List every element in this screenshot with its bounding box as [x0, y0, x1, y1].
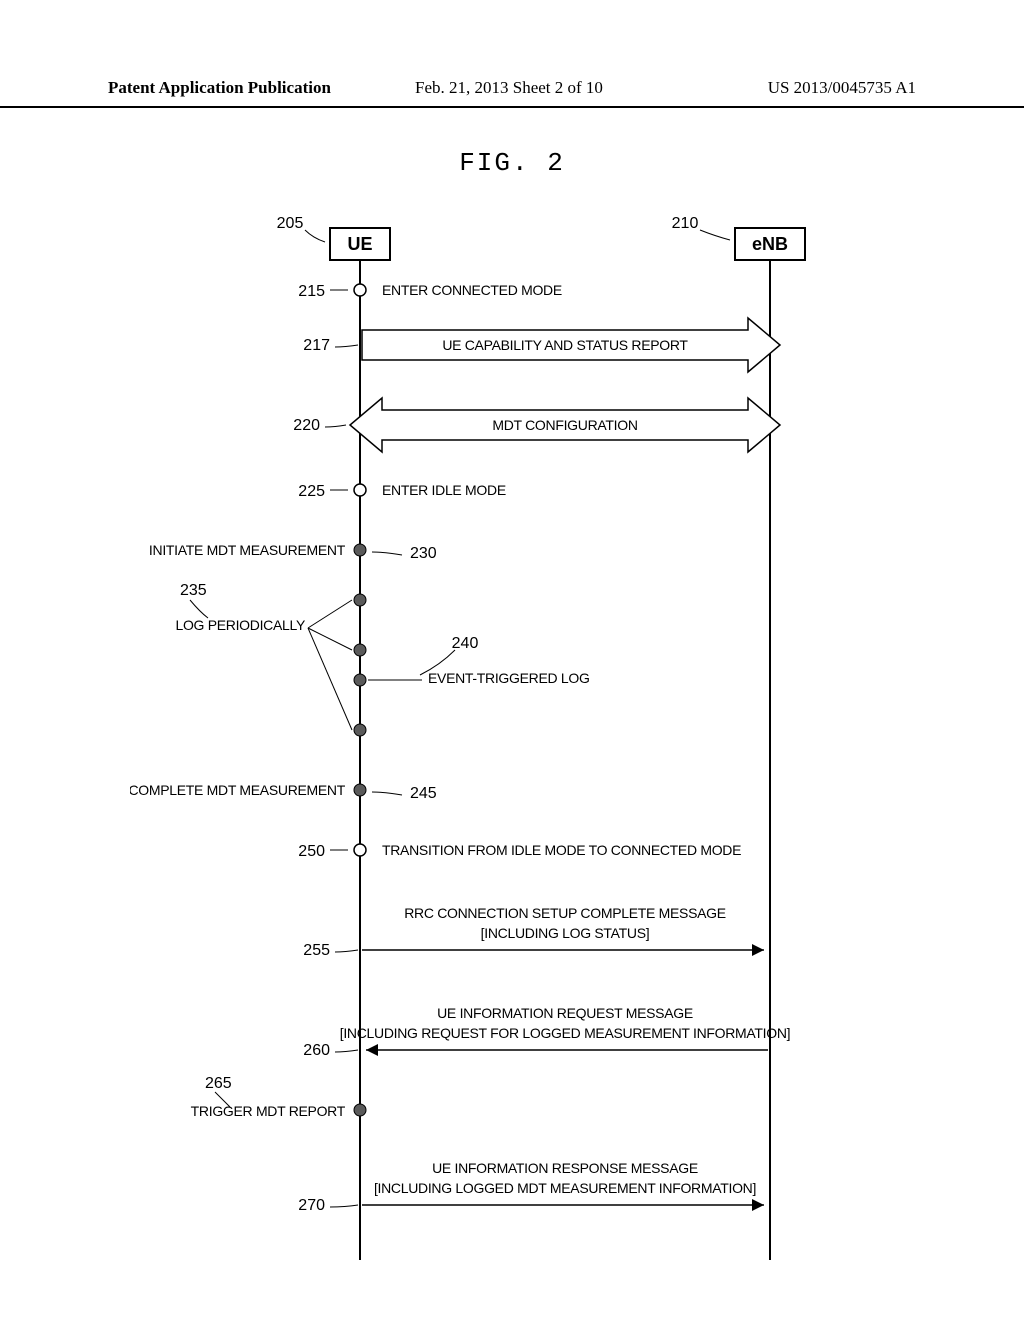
msg-255: RRC CONNECTION SETUP COMPLETE MESSAGE [I…	[303, 905, 764, 959]
callout-240: 240 EVENT-TRIGGERED LOG	[368, 635, 590, 686]
svg-text:eNB: eNB	[752, 234, 788, 254]
svg-text:250: 250	[298, 843, 325, 860]
svg-text:260: 260	[303, 1042, 330, 1059]
svg-text:UE CAPABILITY AND STATUS REPOR: UE CAPABILITY AND STATUS REPORT	[442, 337, 688, 353]
actor-enb: eNB 210	[672, 215, 805, 260]
page: Patent Application Publication Feb. 21, …	[0, 0, 1024, 1320]
svg-text:270: 270	[298, 1197, 325, 1214]
page-header: Patent Application Publication Feb. 21, …	[0, 82, 1024, 108]
svg-text:ENTER CONNECTED MODE: ENTER CONNECTED MODE	[382, 282, 562, 298]
svg-text:230: 230	[410, 545, 437, 562]
svg-text:220: 220	[293, 417, 320, 434]
svg-text:210: 210	[672, 215, 699, 232]
event-245: COMPLETE MDT MEASUREMENT 245	[130, 782, 437, 802]
svg-text:UE: UE	[347, 234, 372, 254]
svg-text:205: 205	[277, 215, 304, 232]
svg-text:ENTER IDLE MODE: ENTER IDLE MODE	[382, 482, 506, 498]
msg-220: MDT CONFIGURATION 220	[293, 398, 780, 452]
header-left: Patent Application Publication	[108, 78, 331, 98]
event-250: 250 TRANSITION FROM IDLE MODE TO CONNECT…	[298, 842, 741, 860]
figure-title: FIG. 2	[0, 148, 1024, 178]
svg-text:RRC CONNECTION SETUP COMPLETE: RRC CONNECTION SETUP COMPLETE MESSAGE	[404, 905, 726, 921]
svg-text:EVENT-TRIGGERED LOG: EVENT-TRIGGERED LOG	[428, 670, 590, 686]
svg-text:215: 215	[298, 283, 325, 300]
svg-text:225: 225	[298, 483, 325, 500]
svg-text:240: 240	[452, 635, 479, 652]
log-dot	[354, 674, 366, 686]
msg-270: UE INFORMATION RESPONSE MESSAGE [INCLUDI…	[298, 1160, 764, 1214]
svg-text:LOG PERIODICALLY: LOG PERIODICALLY	[175, 617, 306, 633]
log-dot	[354, 724, 366, 736]
svg-text:UE INFORMATION RESPONSE MESSAG: UE INFORMATION RESPONSE MESSAGE	[432, 1160, 698, 1176]
msg-260: UE INFORMATION REQUEST MESSAGE [INCLUDIN…	[303, 1005, 790, 1059]
callout-235: 235 LOG PERIODICALLY	[175, 582, 352, 730]
event-215: 215 ENTER CONNECTED MODE	[298, 282, 562, 300]
svg-text:[INCLUDING LOGGED MDT MEASUREM: [INCLUDING LOGGED MDT MEASUREMENT INFORM…	[374, 1180, 756, 1196]
svg-text:INITIATE MDT MEASUREMENT: INITIATE MDT MEASUREMENT	[149, 542, 346, 558]
sequence-diagram: UE 205 eNB 210 215 ENTER CONNECTED MODE …	[130, 200, 890, 1300]
header-right: US 2013/0045735 A1	[768, 78, 916, 98]
svg-text:[INCLUDING REQUEST FOR LOGGED: [INCLUDING REQUEST FOR LOGGED MEASUREMEN…	[340, 1025, 791, 1041]
svg-text:COMPLETE MDT MEASUREMENT: COMPLETE MDT MEASUREMENT	[130, 782, 346, 798]
svg-text:255: 255	[303, 942, 330, 959]
log-dot	[354, 644, 366, 656]
svg-text:TRANSITION FROM IDLE MODE TO C: TRANSITION FROM IDLE MODE TO CONNECTED M…	[382, 842, 741, 858]
msg-217: UE CAPABILITY AND STATUS REPORT 217	[303, 318, 780, 372]
svg-text:UE INFORMATION REQUEST MESSAGE: UE INFORMATION REQUEST MESSAGE	[437, 1005, 693, 1021]
svg-text:[INCLUDING LOG STATUS]: [INCLUDING LOG STATUS]	[481, 925, 650, 941]
event-225: 225 ENTER IDLE MODE	[298, 482, 506, 500]
event-265: TRIGGER MDT REPORT 265	[191, 1075, 366, 1119]
svg-text:245: 245	[410, 785, 437, 802]
svg-text:217: 217	[303, 337, 330, 354]
svg-text:265: 265	[205, 1075, 232, 1092]
svg-text:235: 235	[180, 582, 207, 599]
svg-text:TRIGGER MDT REPORT: TRIGGER MDT REPORT	[191, 1103, 346, 1119]
event-230: INITIATE MDT MEASUREMENT 230	[149, 542, 437, 562]
actor-ue: UE 205	[277, 215, 390, 260]
svg-text:MDT CONFIGURATION: MDT CONFIGURATION	[492, 417, 637, 433]
header-middle: Feb. 21, 2013 Sheet 2 of 10	[415, 78, 603, 98]
log-dot	[354, 594, 366, 606]
